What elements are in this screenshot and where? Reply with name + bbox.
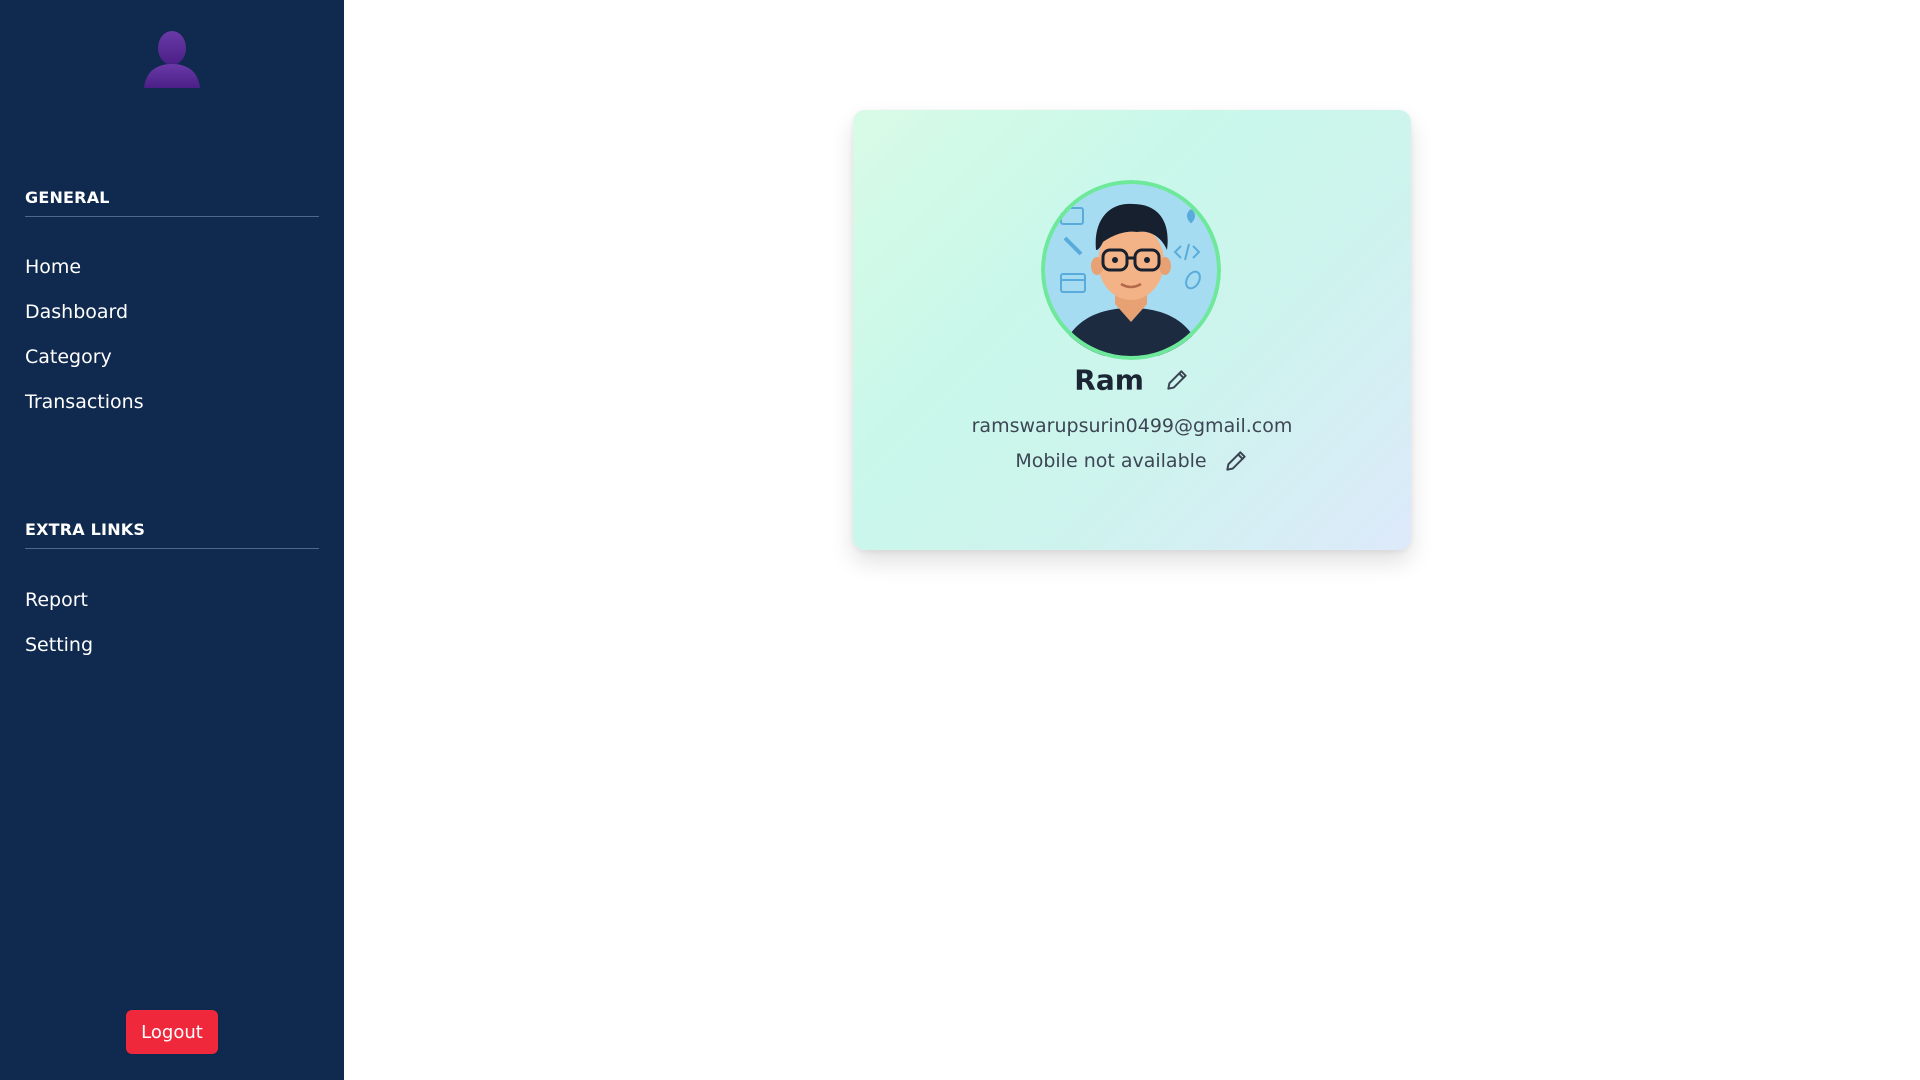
sidebar-item-dashboard[interactable]: Dashboard bbox=[25, 301, 128, 323]
edit-mobile-pencil-icon[interactable] bbox=[1223, 448, 1249, 474]
edit-name-pencil-icon[interactable] bbox=[1164, 367, 1190, 393]
sidebar-item-report[interactable]: Report bbox=[25, 589, 88, 611]
sidebar-item-home[interactable]: Home bbox=[25, 256, 81, 278]
sidebar-item-transactions[interactable]: Transactions bbox=[25, 391, 144, 413]
user-silhouette-icon bbox=[142, 28, 202, 88]
profile-mobile: Mobile not available bbox=[1015, 450, 1207, 472]
logout-button[interactable]: Logout bbox=[126, 1010, 218, 1054]
profile-name: Ram bbox=[1074, 363, 1144, 397]
app-root: GENERAL Home Dashboard Category Transact… bbox=[0, 0, 1920, 1080]
sidebar: GENERAL Home Dashboard Category Transact… bbox=[0, 0, 344, 1080]
section-heading-extra-links: EXTRA LINKS bbox=[25, 520, 319, 549]
sidebar-item-setting[interactable]: Setting bbox=[25, 634, 93, 656]
profile-mobile-row: Mobile not available bbox=[853, 448, 1411, 474]
profile-name-row: Ram bbox=[853, 362, 1411, 397]
profile-email: ramswarupsurin0499@gmail.com bbox=[971, 415, 1293, 437]
sidebar-item-category[interactable]: Category bbox=[25, 346, 112, 368]
developer-avatar-icon bbox=[1041, 180, 1221, 360]
profile-card: Ram ramswarupsurin0499@gmail.com Mobile … bbox=[853, 110, 1411, 550]
section-heading-general: GENERAL bbox=[25, 188, 319, 217]
